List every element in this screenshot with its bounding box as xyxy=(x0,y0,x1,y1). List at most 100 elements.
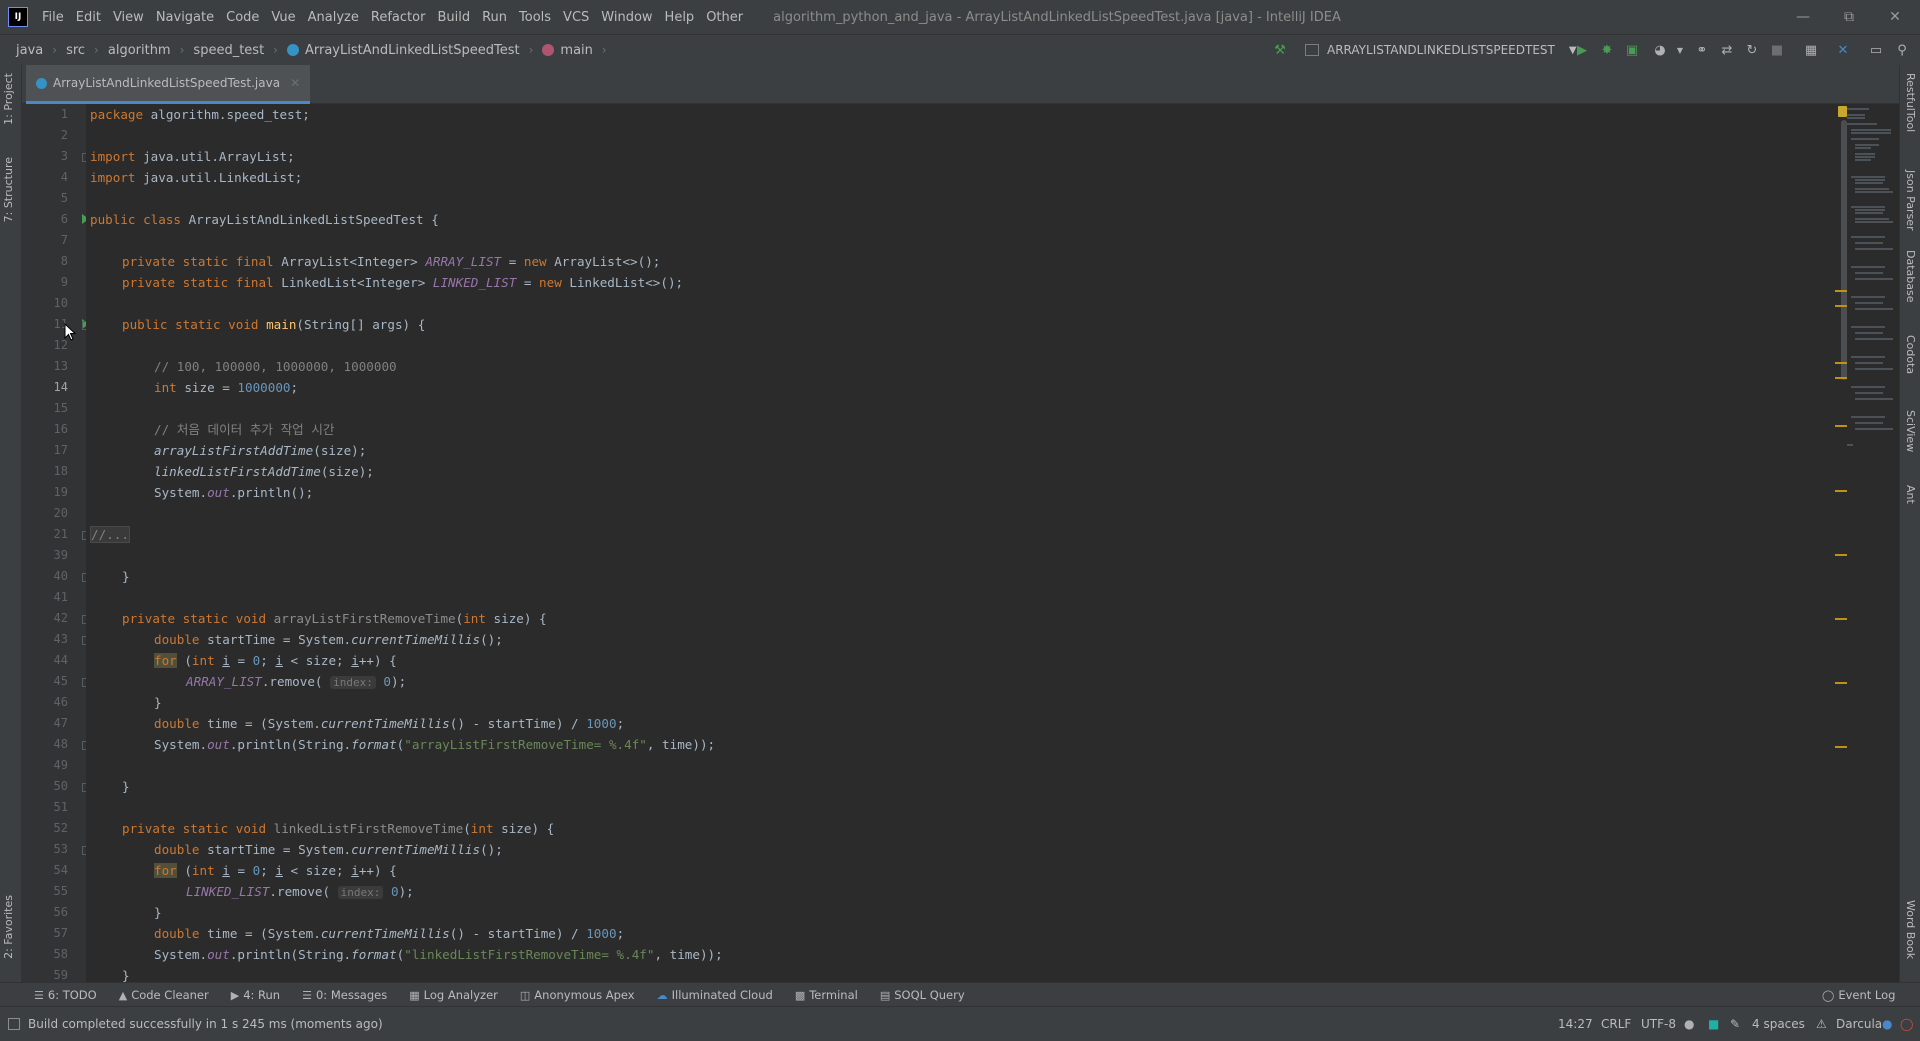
favorites-tab[interactable]: 2: Favorites xyxy=(2,895,15,959)
indent-setting[interactable]: 4 spaces xyxy=(1752,1017,1805,1031)
menu-edit[interactable]: Edit xyxy=(70,10,107,25)
code-line: } xyxy=(122,569,130,584)
menu-help[interactable]: Help xyxy=(659,10,701,25)
menu-analyze[interactable]: Analyze xyxy=(302,10,365,25)
code-minimap[interactable] xyxy=(1847,106,1895,451)
code-line: } xyxy=(154,905,162,920)
breadcrumb-src[interactable]: src xyxy=(66,43,85,58)
run-icon: ▶ xyxy=(230,988,240,1002)
menu-vcs[interactable]: VCS xyxy=(557,10,595,25)
menu-view[interactable]: View xyxy=(107,10,150,25)
rerun-icon[interactable]: ⇄ xyxy=(1719,42,1735,58)
warning-marker[interactable] xyxy=(1835,290,1847,292)
project-structure-icon[interactable]: ▦ xyxy=(1803,42,1819,58)
log-analyzer-tool-button[interactable]: ▦ Log Analyzer xyxy=(409,988,498,1002)
todo-tool-button[interactable]: ☰ 6: TODO xyxy=(34,988,97,1002)
line-number: 54 xyxy=(53,863,68,877)
warning-marker[interactable] xyxy=(1835,305,1847,307)
line-number: 2 xyxy=(60,128,68,142)
update-icon[interactable]: ↻ xyxy=(1744,42,1760,58)
close-window-icon[interactable]: ✕ xyxy=(1872,0,1918,34)
code-editor[interactable]: package algorithm.speed_test; import jav… xyxy=(86,104,1899,982)
editor-tab-file[interactable]: ArrayListAndLinkedListSpeedTest.java ✕ xyxy=(26,65,311,104)
line-number: 16 xyxy=(53,422,68,436)
file-encoding[interactable]: UTF-8 xyxy=(1641,1017,1676,1031)
toggle-tool-windows-icon[interactable] xyxy=(8,1018,20,1030)
event-log-icon: ◯ xyxy=(1822,988,1835,1002)
build-hammer-icon[interactable]: ⚒ xyxy=(1272,42,1288,58)
word-book-tab[interactable]: Word Book xyxy=(1904,900,1917,959)
menu-file[interactable]: File xyxy=(36,10,70,25)
debug-icon[interactable]: ✸ xyxy=(1599,42,1615,58)
power-save-icon[interactable]: ⚠ xyxy=(1816,1017,1827,1031)
translate-icon[interactable]: ✕ xyxy=(1835,42,1851,58)
theme-icon[interactable]: ● xyxy=(1882,1017,1892,1031)
stop-icon[interactable]: ■ xyxy=(1769,42,1785,58)
menu-vue[interactable]: Vue xyxy=(265,10,301,25)
codota-tab[interactable]: Codota xyxy=(1904,335,1917,374)
folded-region[interactable]: //... xyxy=(90,524,130,545)
warning-marker[interactable] xyxy=(1835,377,1847,379)
git-icon[interactable]: ✎ xyxy=(1730,1017,1740,1031)
parameter-hint: index: xyxy=(337,886,384,899)
illuminated-cloud-tool-button[interactable]: ☁ Illuminated Cloud xyxy=(657,988,773,1002)
breadcrumb-speed-test[interactable]: speed_test xyxy=(193,43,264,58)
messages-tool-button[interactable]: ☰ 0: Messages xyxy=(302,988,387,1002)
warning-marker[interactable] xyxy=(1835,618,1847,620)
menu-window[interactable]: Window xyxy=(595,10,658,25)
warning-marker[interactable] xyxy=(1835,425,1847,427)
code-line: arrayListFirstAddTime(size); xyxy=(154,443,367,458)
minimize-icon[interactable]: — xyxy=(1780,0,1826,34)
soql-query-tool-button[interactable]: ▤ SOQL Query xyxy=(880,988,965,1002)
run-tool-button[interactable]: ▶ 4: Run xyxy=(231,988,280,1002)
event-log-button[interactable]: ◯ Event Log xyxy=(1822,988,1895,1002)
chevron-down-icon[interactable]: ▼ xyxy=(1672,42,1688,58)
breadcrumb-method[interactable]: main xyxy=(542,43,593,58)
presentation-icon[interactable]: ▭ xyxy=(1868,42,1884,58)
google-icon[interactable]: ◯ xyxy=(1900,1017,1913,1031)
sciview-tab[interactable]: SciView xyxy=(1904,410,1917,452)
close-tab-icon[interactable]: ✕ xyxy=(290,76,300,90)
warning-marker[interactable] xyxy=(1835,746,1847,748)
attach-debugger-icon[interactable]: ⚭ xyxy=(1694,42,1710,58)
run-icon[interactable]: ▶ xyxy=(1574,42,1590,58)
run-configuration-selector[interactable]: ARRAYLISTANDLINKEDLISTSPEEDTEST ▼ xyxy=(1305,43,1577,57)
code-cleaner-tool-button[interactable]: ▲ Code Cleaner xyxy=(119,988,209,1002)
terminal-tool-button[interactable]: ▩ Terminal xyxy=(795,988,858,1002)
cloud-icon: ☁ xyxy=(656,988,668,1002)
breadcrumb-class[interactable]: ArrayListAndLinkedListSpeedTest xyxy=(286,43,520,58)
caret-position[interactable]: 14:27 xyxy=(1558,1017,1593,1031)
lock-icon[interactable]: ● xyxy=(1684,1017,1694,1031)
menu-run[interactable]: Run xyxy=(476,10,513,25)
anonymous-apex-tool-button[interactable]: ◫ Anonymous Apex xyxy=(520,988,635,1002)
json-parser-tab[interactable]: Json Parser xyxy=(1904,170,1917,231)
warning-marker[interactable] xyxy=(1835,554,1847,556)
database-tab[interactable]: Database xyxy=(1904,250,1917,303)
breadcrumb-java[interactable]: java xyxy=(16,43,43,58)
menu-code[interactable]: Code xyxy=(220,10,265,25)
menu-build[interactable]: Build xyxy=(431,10,476,25)
warning-marker[interactable] xyxy=(1835,682,1847,684)
coverage-icon[interactable]: ▣ xyxy=(1624,42,1640,58)
inspection-warning-icon[interactable] xyxy=(1838,106,1847,117)
breadcrumb-algorithm[interactable]: algorithm xyxy=(108,43,171,58)
code-line: public class ArrayListAndLinkedListSpeed… xyxy=(90,212,439,227)
menu-tools[interactable]: Tools xyxy=(513,10,557,25)
project-tab[interactable]: 1: Project xyxy=(2,73,15,125)
theme-name[interactable]: Darcula xyxy=(1836,1017,1882,1031)
profile-icon[interactable]: ◕ xyxy=(1652,42,1668,58)
menu-other[interactable]: Other xyxy=(700,10,749,25)
structure-tab[interactable]: 7: Structure xyxy=(2,157,15,222)
restore-icon[interactable]: ⧉ xyxy=(1826,0,1872,34)
codota-status-icon[interactable]: ■ xyxy=(1708,1017,1719,1031)
line-separator[interactable]: CRLF xyxy=(1601,1017,1631,1031)
menu-navigate[interactable]: Navigate xyxy=(150,10,220,25)
line-number: 46 xyxy=(53,695,68,709)
search-icon[interactable]: ⚲ xyxy=(1894,42,1910,58)
menu-refactor[interactable]: Refactor xyxy=(365,10,432,25)
warning-marker[interactable] xyxy=(1835,362,1847,364)
line-number: 3 xyxy=(60,149,68,163)
warning-marker[interactable] xyxy=(1835,490,1847,492)
ant-tab[interactable]: Ant xyxy=(1904,485,1917,504)
restful-tool-tab[interactable]: RestfulTool xyxy=(1904,73,1917,132)
